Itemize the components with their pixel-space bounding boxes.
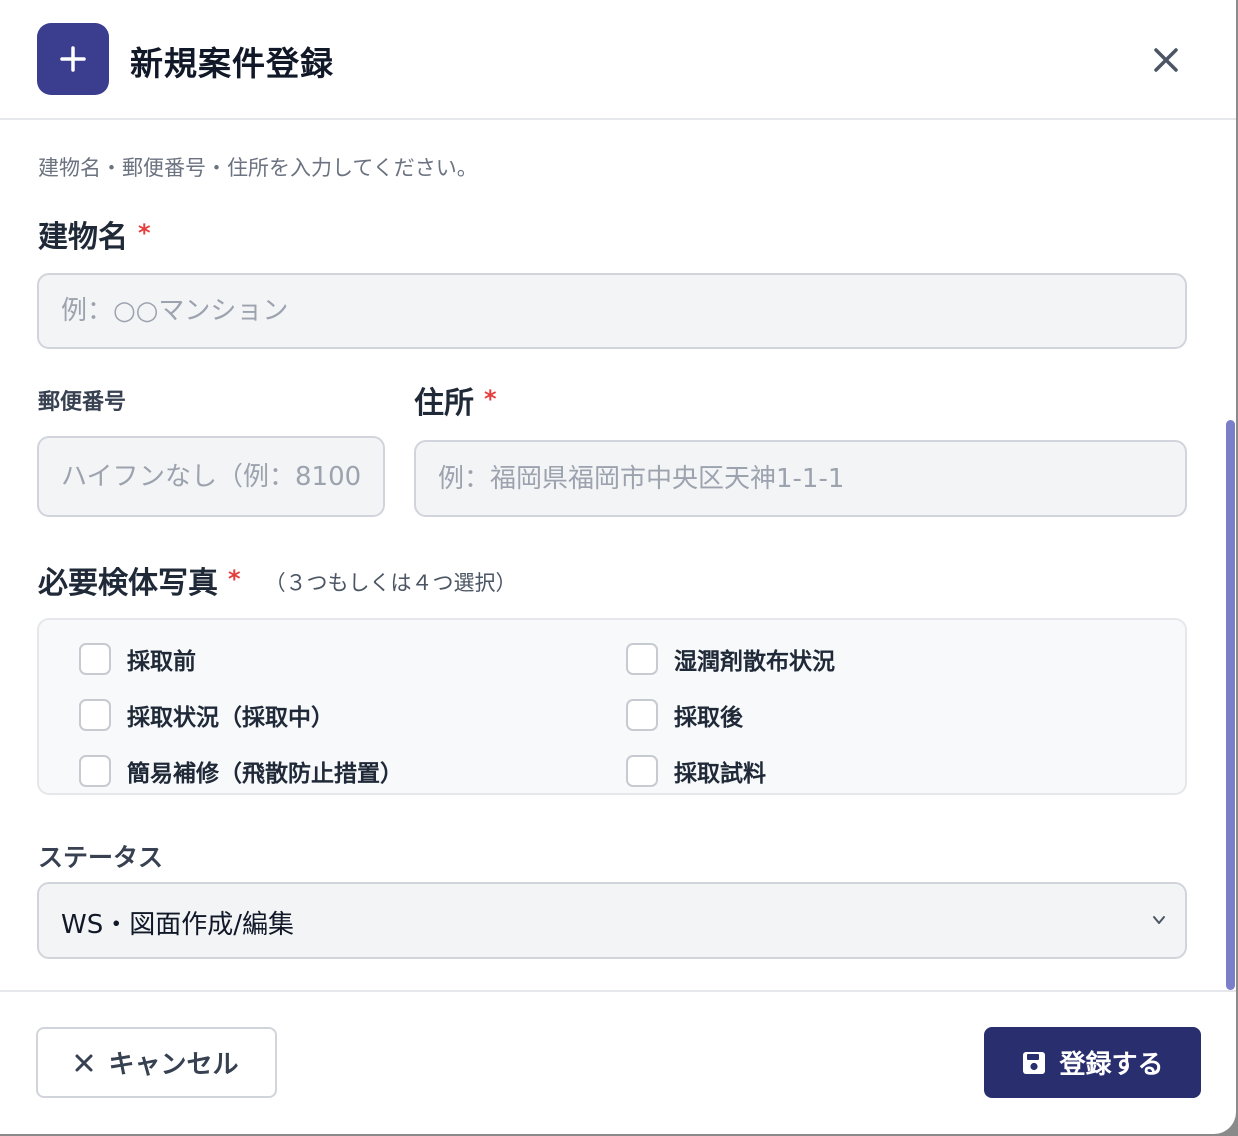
chevron-down-icon bbox=[1153, 916, 1165, 924]
new-project-modal: 新規案件登録 建物名・郵便番号・住所を入力してください。 建物名* 郵便番号 住… bbox=[0, 0, 1236, 1134]
cancel-button-label: キャンセル bbox=[108, 1050, 239, 1080]
modal-body: 建物名・郵便番号・住所を入力してください。 建物名* 郵便番号 住所* 必要検体… bbox=[0, 122, 1236, 990]
scrollbar-thumb[interactable] bbox=[1226, 420, 1235, 990]
status-label: ステータス bbox=[38, 843, 164, 872]
checkbox[interactable] bbox=[79, 755, 111, 787]
photo-option-wetting-agent[interactable]: 湿潤剤散布状況 bbox=[626, 642, 835, 676]
photos-hint: （３つもしくは４つ選択） bbox=[264, 571, 517, 595]
address-input[interactable] bbox=[414, 440, 1187, 517]
postal-code-label: 郵便番号 bbox=[38, 390, 127, 415]
photo-option-before-sampling[interactable]: 採取前 bbox=[79, 642, 196, 676]
cancel-button[interactable]: キャンセル bbox=[36, 1027, 277, 1098]
modal-title: 新規案件登録 bbox=[130, 44, 334, 83]
checkbox[interactable] bbox=[79, 699, 111, 731]
address-label: 住所 * bbox=[414, 385, 497, 421]
close-button[interactable] bbox=[1148, 42, 1184, 78]
save-icon bbox=[1021, 1050, 1047, 1076]
photo-option-simple-repair[interactable]: 簡易補修（飛散防止措置） bbox=[79, 754, 403, 788]
photo-option-after-sampling[interactable]: 採取後 bbox=[626, 698, 743, 732]
close-icon bbox=[1154, 48, 1178, 72]
building-name-label: 建物名 * bbox=[38, 219, 151, 255]
close-icon bbox=[74, 1053, 94, 1073]
register-button[interactable]: 登録する bbox=[984, 1027, 1201, 1098]
required-mark: * bbox=[138, 219, 151, 247]
photo-option-during-sampling[interactable]: 採取状況（採取中） bbox=[79, 698, 334, 732]
photo-option-sample[interactable]: 採取試料 bbox=[626, 754, 766, 788]
required-mark: * bbox=[484, 385, 497, 413]
required-mark: * bbox=[228, 565, 241, 593]
checkbox[interactable] bbox=[626, 643, 658, 675]
building-name-input[interactable] bbox=[37, 273, 1187, 349]
postal-code-input[interactable] bbox=[37, 436, 385, 517]
checkbox[interactable] bbox=[626, 755, 658, 787]
modal-footer: キャンセル 登録する bbox=[0, 990, 1236, 1134]
modal-header: 新規案件登録 bbox=[0, 0, 1236, 120]
photo-checkbox-group: 採取前 湿潤剤散布状況 採取状況（採取中） 採取後 簡易補修（飛散防止措置） 採… bbox=[37, 618, 1187, 795]
status-selected-value: WS・図面作成/編集 bbox=[61, 910, 294, 940]
intro-text: 建物名・郵便番号・住所を入力してください。 bbox=[38, 156, 478, 180]
photos-label: 必要検体写真 * （３つもしくは４つ選択） bbox=[38, 565, 517, 601]
status-select[interactable]: WS・図面作成/編集 bbox=[37, 882, 1187, 959]
plus-icon bbox=[37, 23, 109, 95]
checkbox[interactable] bbox=[79, 643, 111, 675]
checkbox[interactable] bbox=[626, 699, 658, 731]
register-button-label: 登録する bbox=[1059, 1050, 1164, 1080]
